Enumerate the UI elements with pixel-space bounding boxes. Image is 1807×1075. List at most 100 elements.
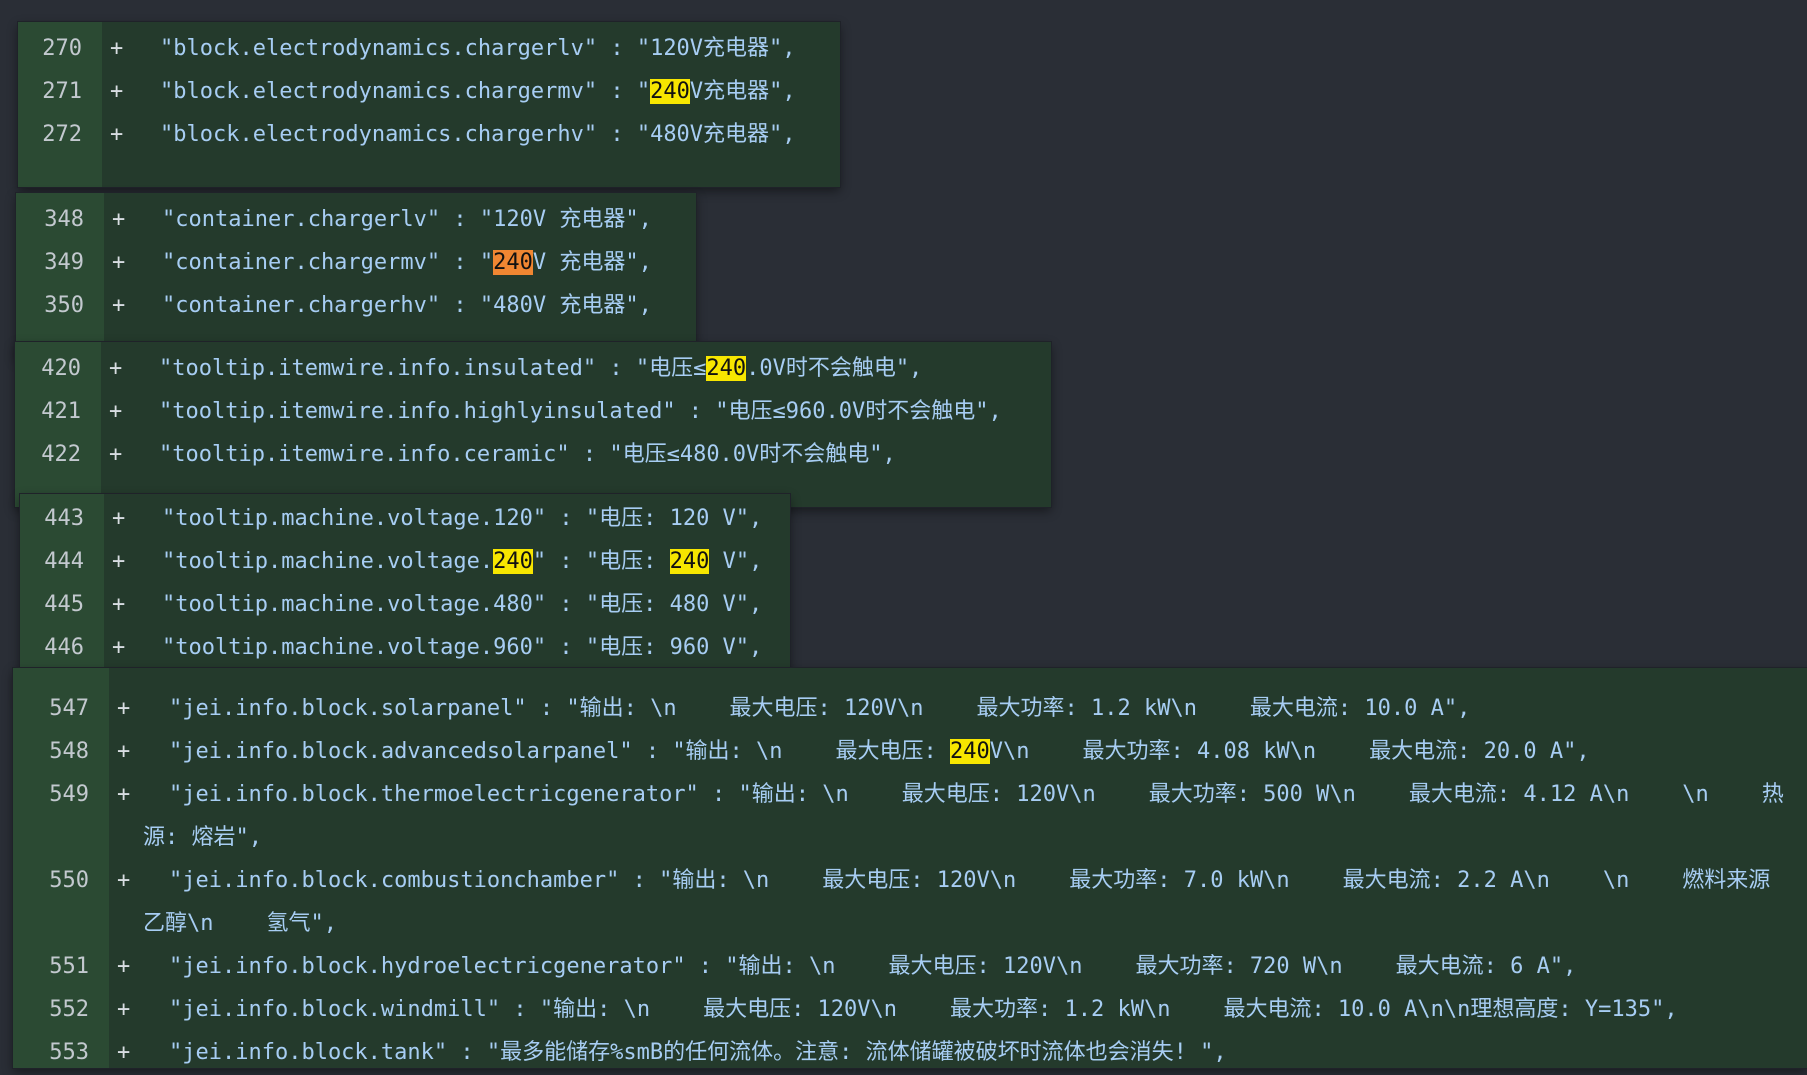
added-line-marker: + (112, 549, 126, 574)
line-number: 272 (42, 122, 82, 147)
code-text: "jei.info.block.advancedsolarpanel" : "输… (169, 730, 1590, 773)
diff-line: 349 + "container.chargermv" : "240V 充电器", (16, 241, 696, 284)
line-number: 420 (41, 356, 81, 381)
code-segment: "block.electrodynamics.chargermv" : " (160, 79, 651, 104)
code-segment: "tooltip.machine.voltage.120" : "电压: 120… (162, 506, 763, 531)
code-segment: V\n 最大功率: 4.08 kW\n 最大电流: 20.0 A", (989, 739, 1590, 764)
diff-line: 547 + "jei.info.block.solarpanel" : "输出: \… (13, 687, 1807, 730)
added-line-marker: + (112, 293, 126, 318)
diff-line: 548 + "jei.info.block.advancedsolarpanel" … (13, 730, 1807, 773)
diff-line: 422 + "tooltip.itemwire.info.ceramic" : "电… (15, 433, 1051, 476)
diff-line: 348 + "container.chargerlv" : "120V 充电器", (16, 198, 696, 241)
search-highlight: 240 (493, 549, 533, 574)
diff-hunk: 270 + "block.electrodynamics.chargerlv" : … (18, 22, 840, 187)
diff-line: 550 + "jei.info.block.combustionchamber" :… (13, 859, 1807, 902)
added-line-marker: + (117, 1040, 131, 1065)
line-number: 421 (41, 399, 81, 424)
added-line-marker: + (117, 739, 131, 764)
search-highlight: 240 (950, 739, 990, 764)
added-line-marker: + (117, 954, 131, 979)
diff-line: 549 + "jei.info.block.thermoelectricgenera… (13, 773, 1807, 816)
code-text: "jei.info.block.windmill" : "输出: \n 最大电压… (169, 988, 1678, 1031)
code-segment: V", (709, 549, 763, 574)
diff-line: 271 + "block.electrodynamics.chargermv" : … (18, 70, 840, 113)
line-number: 271 (42, 79, 82, 104)
code-text: "block.electrodynamics.chargerhv" : "480… (160, 113, 796, 156)
code-segment: "tooltip.machine.voltage.960" : "电压: 960… (162, 635, 763, 660)
line-number: 443 (44, 506, 84, 531)
line-number: 444 (44, 549, 84, 574)
added-line-marker: + (110, 36, 124, 61)
code-segment: V 充电器", (532, 250, 652, 275)
code-text: "container.chargermv" : "240V 充电器", (162, 241, 652, 284)
line-number: 350 (44, 293, 84, 318)
code-text: "tooltip.machine.voltage.120" : "电压: 120… (162, 497, 762, 540)
diff-line: 421 + "tooltip.itemwire.info.highlyinsulat… (15, 390, 1051, 433)
code-segment: "jei.info.block.tank" : "最多能储存%smB的任何流体。… (169, 1040, 1227, 1065)
diff-line: 270 + "block.electrodynamics.chargerlv" : … (18, 27, 840, 70)
code-segment: "container.chargermv" : " (162, 250, 494, 275)
code-text: "jei.info.block.thermoelectricgenerator"… (169, 773, 1784, 816)
line-number: 553 (49, 1040, 89, 1065)
added-line-marker: + (117, 997, 131, 1022)
wrapped-line-continuation: 源: 熔岩", (143, 825, 262, 850)
line-number: 446 (44, 635, 84, 660)
search-highlight: 240 (669, 549, 710, 574)
code-segment: .0V时不会触电", (746, 356, 923, 381)
diff-line: 552 + "jei.info.block.windmill" : "输出: \n … (13, 988, 1807, 1031)
code-segment: "tooltip.itemwire.info.ceramic" : "电压≤48… (159, 442, 896, 467)
diff-line: 350 + "container.chargerhv" : "480V 充电器", (16, 284, 696, 327)
code-segment: "block.electrodynamics.chargerhv" : "480… (160, 122, 796, 147)
code-segment: "tooltip.machine.voltage. (162, 549, 494, 574)
added-line-marker: + (112, 506, 126, 531)
diff-line: 445 + "tooltip.machine.voltage.480" : "电压:… (20, 583, 790, 626)
search-highlight: 240 (650, 79, 690, 104)
code-text: "jei.info.block.tank" : "最多能储存%smB的任何流体。… (169, 1031, 1227, 1074)
code-segment: "jei.info.block.thermoelectricgenerator"… (169, 782, 1784, 807)
line-number: 348 (44, 207, 84, 232)
code-segment: "tooltip.machine.voltage.480" : "电压: 480… (162, 592, 763, 617)
code-segment: "jei.info.block.advancedsolarpanel" : "输… (169, 739, 951, 764)
diff-line: 272 + "block.electrodynamics.chargerhv" : … (18, 113, 840, 156)
code-segment: "container.chargerlv" : "120V 充电器", (162, 207, 652, 232)
diff-line: 443 + "tooltip.machine.voltage.120" : "电压:… (20, 497, 790, 540)
added-line-marker: + (117, 868, 131, 893)
line-number: 550 (49, 868, 89, 893)
diff-line: 420 + "tooltip.itemwire.info.insulated" : … (15, 347, 1051, 390)
diff-line: 551 + "jei.info.block.hydroelectricgenerat… (13, 945, 1807, 988)
code-segment: "tooltip.itemwire.info.highlyinsulated" … (159, 399, 1002, 424)
line-number: 549 (49, 782, 89, 807)
line-number: 551 (49, 954, 89, 979)
code-text: "block.electrodynamics.chargerlv" : "120… (160, 27, 796, 70)
code-segment: " : "电压: (532, 549, 670, 574)
line-number: 270 (42, 36, 82, 61)
code-segment: "block.electrodynamics.chargerlv" : "120… (160, 36, 796, 61)
added-line-marker: + (109, 399, 123, 424)
code-segment: "container.chargerhv" : "480V 充电器", (162, 293, 652, 318)
added-line-marker: + (110, 79, 124, 104)
added-line-marker: + (112, 250, 126, 275)
line-number: 547 (49, 696, 89, 721)
current-search-highlight: 240 (493, 250, 533, 275)
code-text: "tooltip.itemwire.info.highlyinsulated" … (159, 390, 1002, 433)
line-number: 552 (49, 997, 89, 1022)
code-segment: "jei.info.block.solarpanel" : "输出: \n 最大… (169, 696, 1471, 721)
line-number: 445 (44, 592, 84, 617)
code-text: "jei.info.block.combustionchamber" : "输出… (169, 859, 1770, 902)
diff-line: 553 + "jei.info.block.tank" : "最多能储存%smB的任… (13, 1031, 1807, 1074)
code-text: "tooltip.machine.voltage.240" : "电压: 240… (162, 540, 762, 583)
added-line-marker: + (109, 356, 123, 381)
code-text: "jei.info.block.solarpanel" : "输出: \n 最大… (169, 687, 1470, 730)
diff-screenshot: 270 + "block.electrodynamics.chargerlv" : … (0, 0, 1807, 1075)
code-text: "tooltip.machine.voltage.960" : "电压: 960… (162, 626, 762, 669)
diff-hunk: 348 + "container.chargerlv" : "120V 充电器", 3… (16, 193, 696, 358)
code-text: "jei.info.block.hydroelectricgenerator" … (169, 945, 1576, 988)
code-segment: "tooltip.itemwire.info.insulated" : "电压≤ (159, 356, 707, 381)
line-number: 349 (44, 250, 84, 275)
added-line-marker: + (112, 207, 126, 232)
line-number: 422 (41, 442, 81, 467)
diff-hunk: 420 + "tooltip.itemwire.info.insulated" : … (15, 342, 1051, 507)
line-number: 548 (49, 739, 89, 764)
code-text: "container.chargerhv" : "480V 充电器", (162, 284, 652, 327)
search-highlight: 240 (706, 356, 747, 381)
